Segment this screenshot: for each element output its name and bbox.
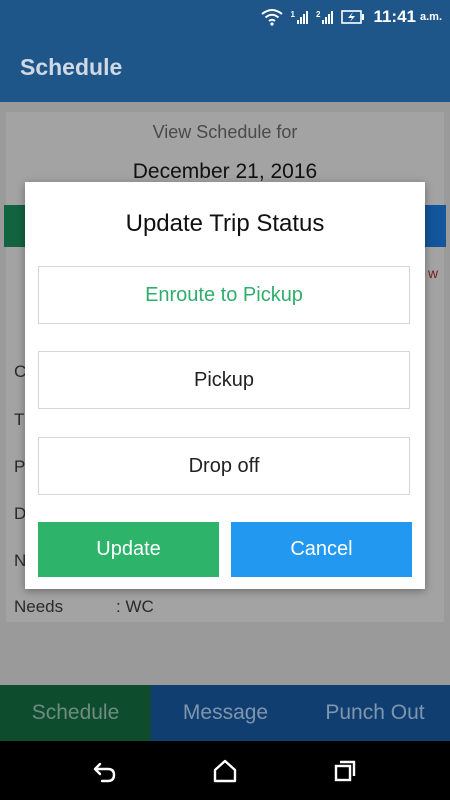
status-bar: 1 2 11:41 a.m.: [0, 0, 450, 34]
view-schedule-label: View Schedule for: [152, 122, 298, 142]
schedule-date[interactable]: December 21, 2016: [0, 160, 450, 184]
needs-label: Needs: [14, 597, 64, 616]
green-action-bar: [4, 205, 26, 247]
sim1-tag: 1: [290, 10, 295, 19]
option-pickup[interactable]: Pickup: [38, 351, 410, 409]
wifi-icon: [260, 9, 283, 26]
sim2-tag: 2: [315, 10, 321, 19]
update-trip-status-dialog: Update Trip Status Enroute to Pickup Pic…: [25, 182, 425, 589]
option-enroute-to-pickup[interactable]: Enroute to Pickup: [38, 266, 410, 324]
bottom-tab-bar: Schedule Message Punch Out: [0, 685, 450, 741]
status-time: 11:41: [373, 7, 416, 26]
field-label-fragment: T: [14, 410, 25, 429]
signal-icon: 1: [291, 10, 308, 24]
tab-schedule[interactable]: Schedule: [0, 685, 151, 741]
field-label-fragment: P: [14, 457, 26, 476]
blue-action-bar: [424, 205, 446, 247]
tab-punch-out[interactable]: Punch Out: [300, 685, 450, 741]
system-nav-bar: [0, 741, 450, 800]
home-icon[interactable]: [211, 757, 239, 785]
status-ampm: a.m.: [419, 11, 442, 23]
battery-charging-icon: [341, 10, 365, 24]
red-text-fragment: w: [428, 265, 439, 281]
app-title: Schedule: [20, 54, 123, 80]
dialog-title: Update Trip Status: [125, 210, 325, 237]
status-icons: 1 2 11:41 a.m.: [260, 6, 442, 28]
tab-message[interactable]: Message: [151, 685, 300, 741]
needs-value: : WC: [116, 597, 154, 616]
recents-icon[interactable]: [331, 757, 359, 785]
cancel-button[interactable]: Cancel: [231, 522, 412, 577]
signal-icon: 2: [315, 10, 334, 24]
update-button[interactable]: Update: [38, 522, 219, 577]
back-icon[interactable]: [91, 757, 119, 785]
option-drop-off[interactable]: Drop off: [38, 437, 410, 495]
app-bar: Schedule: [0, 34, 450, 102]
